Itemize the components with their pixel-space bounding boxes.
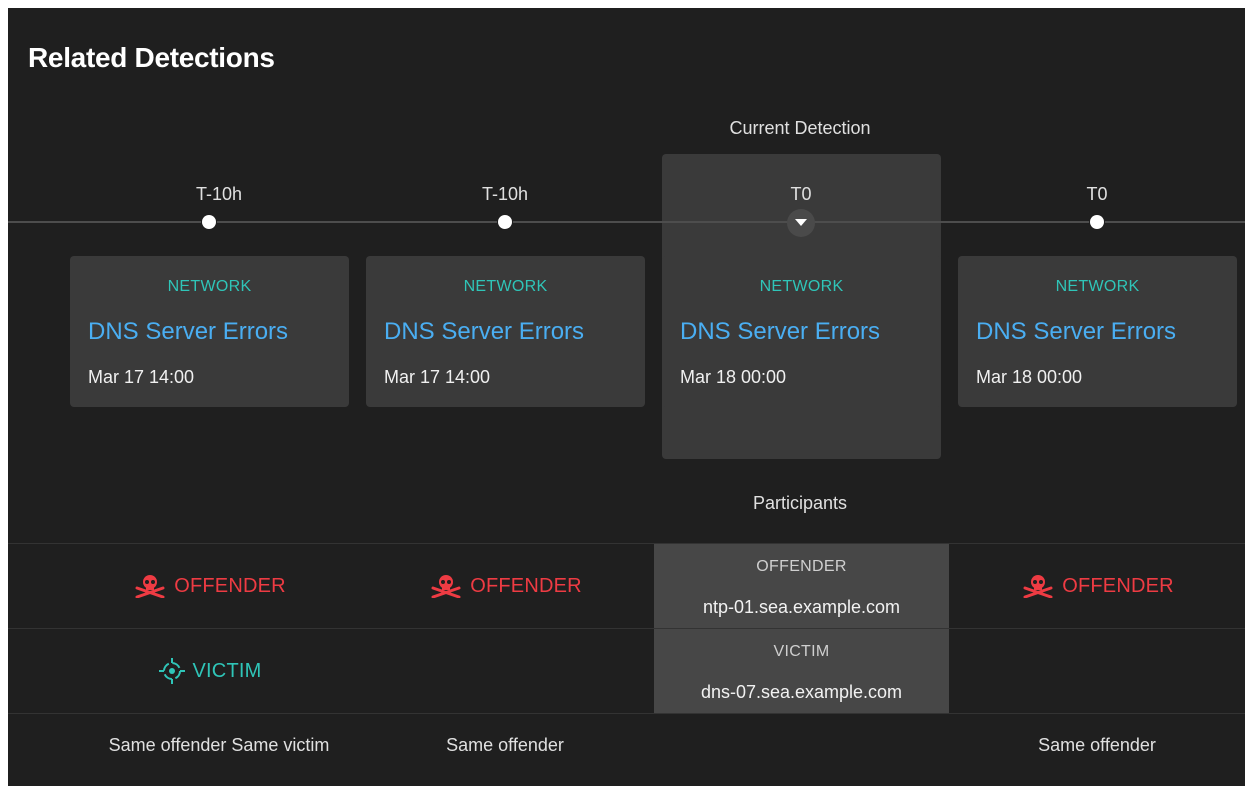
- detection-time: Mar 17 14:00: [88, 367, 195, 387]
- caret-down-icon: [795, 219, 807, 226]
- time-label-2: T-10h: [481, 184, 529, 204]
- timeline-dot-2[interactable]: [498, 215, 512, 229]
- detection-category: NETWORK: [1055, 278, 1140, 295]
- offender-label: OFFENDER: [1062, 574, 1174, 597]
- current-timeline-marker[interactable]: [787, 209, 815, 237]
- relation-summary-1: Same offender Same victim: [108, 735, 330, 755]
- offender-role-1: OFFENDER: [70, 574, 350, 598]
- detection-time: Mar 18 00:00: [680, 367, 787, 387]
- current-offender-heading: OFFENDER: [756, 558, 847, 575]
- time-label-1: T-10h: [195, 184, 243, 204]
- detection-time: Mar 18 00:00: [976, 367, 1083, 387]
- skull-crossbones-icon: [135, 575, 165, 598]
- timeline-dot-1[interactable]: [202, 215, 216, 229]
- offender-role-4: OFFENDER: [958, 574, 1238, 598]
- detection-name-link[interactable]: DNS Server Errors: [384, 318, 584, 346]
- timeline-axis: [8, 221, 1245, 223]
- timeline-dot-4[interactable]: [1090, 215, 1104, 229]
- victim-role-1: VICTIM: [70, 658, 350, 684]
- offender-label: OFFENDER: [174, 574, 286, 597]
- current-offender-host[interactable]: ntp-01.sea.example.com: [654, 597, 949, 618]
- participants-label: Participants: [752, 493, 848, 513]
- related-detections-panel: Related Detections Current Detection T-1…: [8, 8, 1245, 786]
- victim-label: VICTIM: [192, 659, 262, 682]
- current-victim-host[interactable]: dns-07.sea.example.com: [654, 682, 949, 703]
- detection-card-4[interactable]: NETWORK DNS Server Errors Mar 18 00:00: [958, 256, 1237, 407]
- detection-category: NETWORK: [167, 278, 252, 295]
- time-label-3: T0: [790, 184, 812, 204]
- detection-name-link[interactable]: DNS Server Errors: [680, 318, 880, 346]
- detection-time: Mar 17 14:00: [384, 367, 491, 387]
- time-label-4: T0: [1086, 184, 1108, 204]
- detection-card-2[interactable]: NETWORK DNS Server Errors Mar 17 14:00: [366, 256, 645, 407]
- detection-name-link[interactable]: DNS Server Errors: [976, 318, 1176, 346]
- offender-label: OFFENDER: [470, 574, 582, 597]
- detection-category: NETWORK: [463, 278, 548, 295]
- current-victim-heading: VICTIM: [773, 643, 830, 660]
- detection-category: NETWORK: [759, 278, 844, 295]
- relation-summary-2: Same offender: [446, 735, 564, 755]
- detection-card-current[interactable]: NETWORK DNS Server Errors Mar 18 00:00: [662, 256, 941, 407]
- row-divider: [8, 628, 1245, 629]
- relation-summary-4: Same offender: [1038, 735, 1156, 755]
- offender-role-2: OFFENDER: [366, 574, 646, 598]
- target-crosshair-icon: [158, 658, 185, 684]
- skull-crossbones-icon: [431, 575, 461, 598]
- row-divider: [8, 713, 1245, 714]
- row-divider: [8, 543, 1245, 544]
- detection-card-1[interactable]: NETWORK DNS Server Errors Mar 17 14:00: [70, 256, 349, 407]
- detection-name-link[interactable]: DNS Server Errors: [88, 318, 288, 346]
- panel-title: Related Detections: [28, 42, 275, 73]
- skull-crossbones-icon: [1023, 575, 1053, 598]
- current-detection-label: Current Detection: [729, 118, 871, 138]
